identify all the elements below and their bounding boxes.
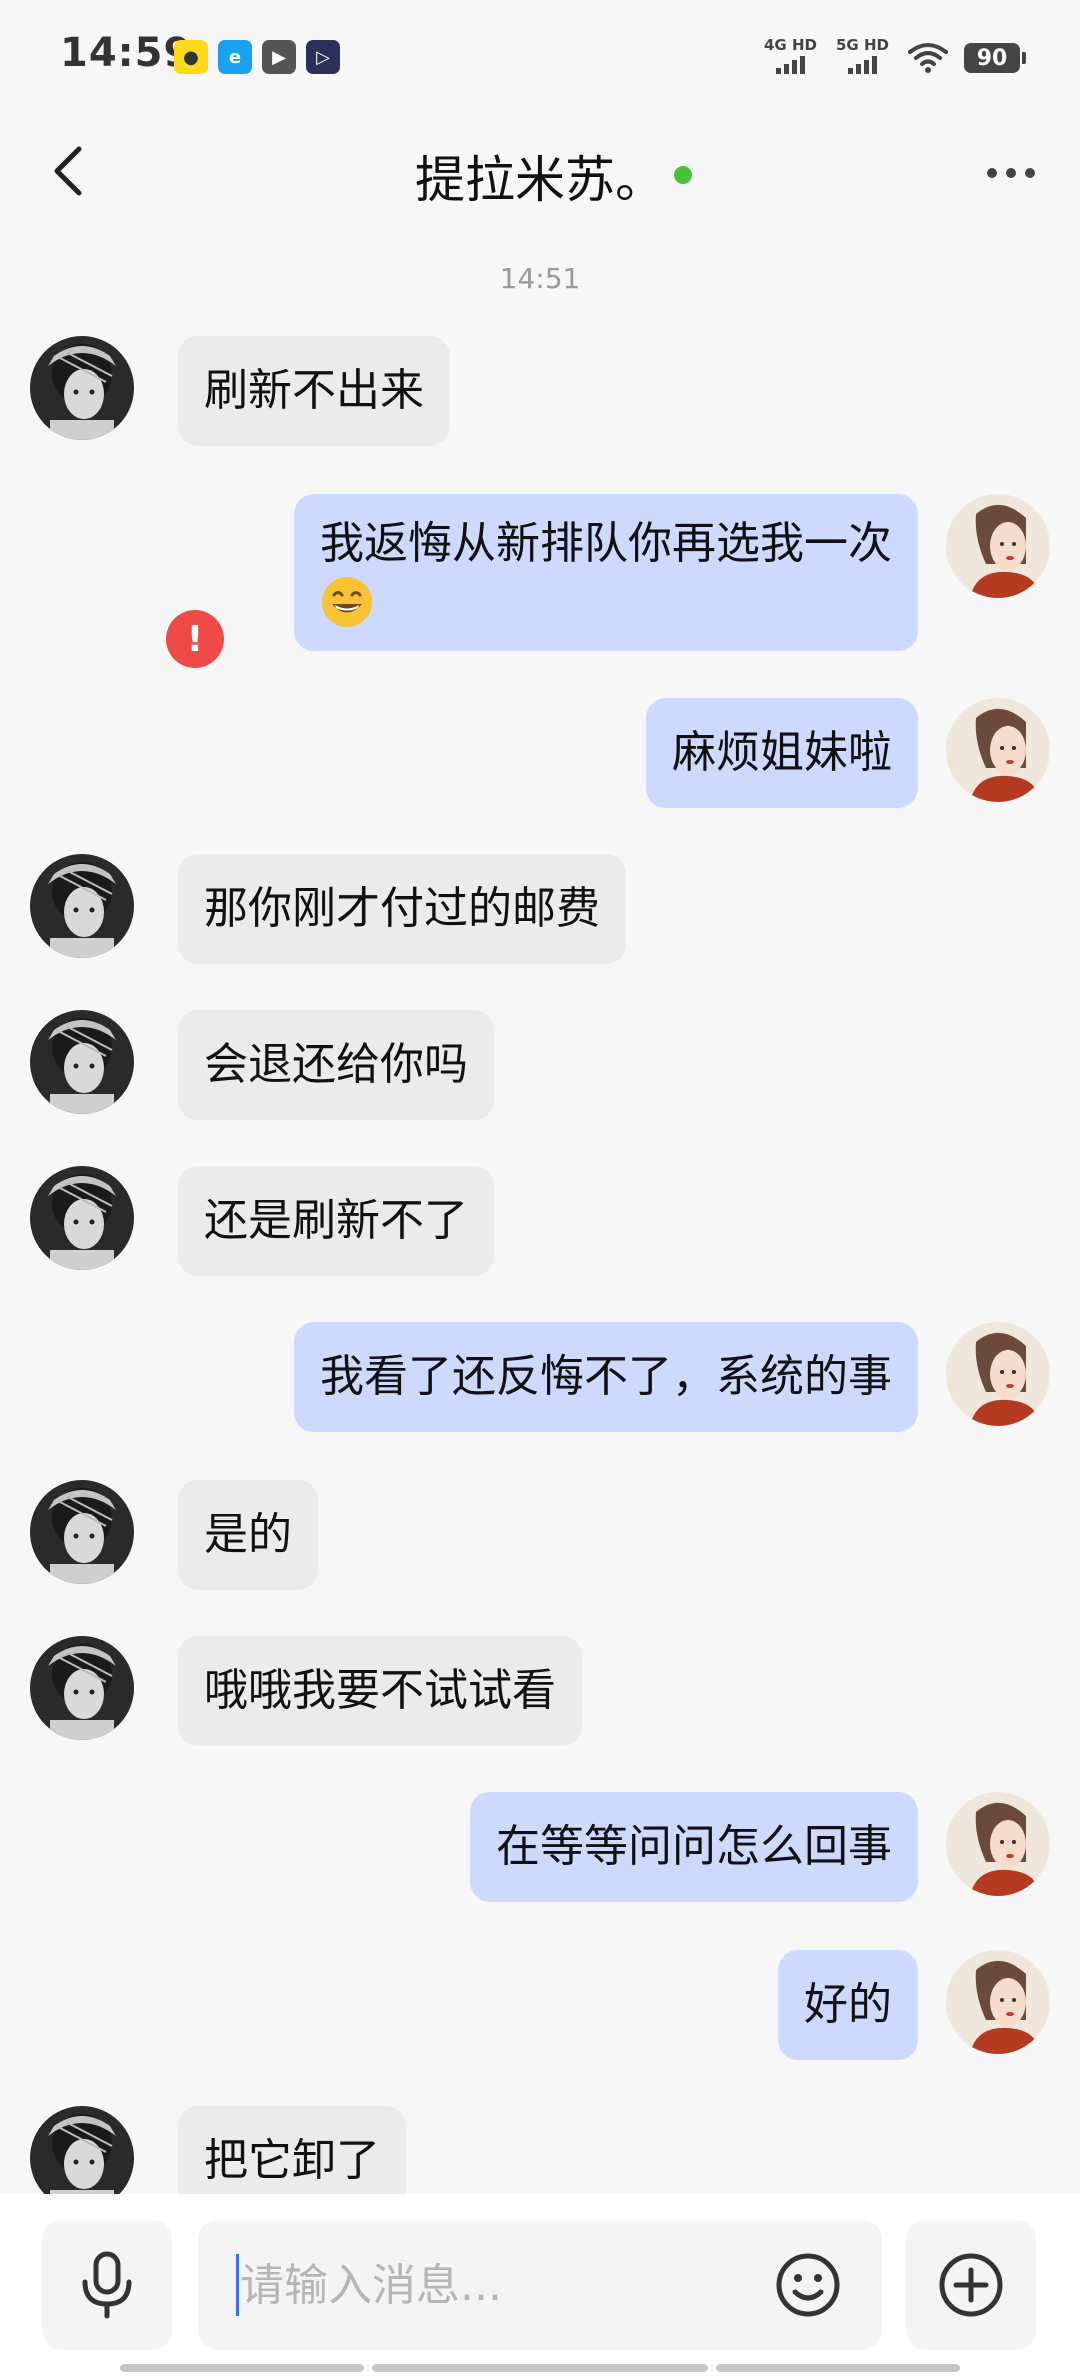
send-failed-icon[interactable]: ! xyxy=(166,610,224,668)
message-text: 在等等问问怎么回事 xyxy=(496,1821,892,1872)
message-list[interactable]: 14:51 刷新不出来我返悔从新排队你再选我一次! 麻烦姐妹啦那你刚才付过的邮费会… xyxy=(0,226,1080,2194)
message-input[interactable] xyxy=(238,2220,758,2350)
my-avatar[interactable] xyxy=(946,494,1050,598)
grinning-face-icon xyxy=(322,577,372,627)
message-text: 我看了还反悔不了，系统的事 xyxy=(320,1351,892,1402)
message-bubble[interactable]: 把它卸了 xyxy=(178,2106,406,2194)
message-text: 刷新不出来 xyxy=(204,365,424,416)
blue-app-icon: e xyxy=(218,40,252,74)
navigation-bar-segment xyxy=(372,2364,708,2372)
emoji-icon xyxy=(776,2253,840,2317)
message-bubble[interactable]: 会退还给你吗 xyxy=(178,1010,494,1120)
contact-name: 提拉米苏。 xyxy=(415,151,665,209)
my-avatar[interactable] xyxy=(946,1950,1050,2054)
more-options-button[interactable] xyxy=(976,138,1046,208)
add-attachment-button[interactable] xyxy=(906,2220,1036,2350)
input-bar xyxy=(0,2194,1080,2376)
emoji-button[interactable] xyxy=(774,2251,842,2319)
more-dot-icon xyxy=(987,168,997,178)
message-text: 好的 xyxy=(804,1979,892,2030)
message-bubble[interactable]: 还是刷新不了 xyxy=(178,1166,494,1276)
online-status-dot xyxy=(674,166,692,184)
my-avatar[interactable] xyxy=(946,1792,1050,1896)
contact-avatar[interactable] xyxy=(30,1166,134,1270)
message-bubble[interactable]: 我看了还反悔不了，系统的事 xyxy=(294,1322,918,1432)
wifi-icon xyxy=(908,43,948,73)
navigation-bar-segment xyxy=(120,2364,364,2372)
play-app-icon: ▶ xyxy=(262,40,296,74)
message-text: 哦哦我要不试试看 xyxy=(204,1665,556,1716)
contact-avatar[interactable] xyxy=(30,2106,134,2194)
message-input-field[interactable] xyxy=(198,2220,882,2350)
my-avatar[interactable] xyxy=(946,698,1050,802)
message-bubble[interactable]: 麻烦姐妹啦 xyxy=(646,698,918,808)
more-dot-icon xyxy=(1025,168,1035,178)
message-bubble[interactable]: 是的 xyxy=(178,1480,318,1590)
chat-header: 提拉米苏。 xyxy=(0,116,1080,226)
more-dot-icon xyxy=(1006,168,1016,178)
microphone-icon xyxy=(82,2251,132,2319)
message-text: 那你刚才付过的邮费 xyxy=(204,883,600,934)
message-timestamp: 14:51 xyxy=(499,262,581,295)
contact-avatar[interactable] xyxy=(30,336,134,440)
status-time: 14:59 xyxy=(60,30,193,76)
my-avatar[interactable] xyxy=(946,1322,1050,1426)
message-bubble[interactable]: 在等等问问怎么回事 xyxy=(470,1792,918,1902)
navigation-bar-segment xyxy=(716,2364,960,2372)
message-bubble[interactable]: 那你刚才付过的邮费 xyxy=(178,854,626,964)
battery-icon: 90 xyxy=(964,43,1026,73)
message-bubble[interactable]: 哦哦我要不试试看 xyxy=(178,1636,582,1746)
message-text: 还是刷新不了 xyxy=(204,1195,468,1246)
contact-avatar[interactable] xyxy=(30,1010,134,1114)
message-text: 是的 xyxy=(204,1509,292,1560)
message-text: 麻烦姐妹啦 xyxy=(672,727,892,778)
yellow-app-icon: ● xyxy=(174,40,208,74)
voice-button[interactable] xyxy=(42,2220,172,2350)
video-app-icon: ▷ xyxy=(306,40,340,74)
plus-circle-icon xyxy=(939,2253,1003,2317)
message-bubble[interactable]: 好的 xyxy=(778,1950,918,2060)
status-bar: 14:59 ● e ▶ ▷ 4G HD 5G HD 90 xyxy=(0,0,1080,116)
message-bubble[interactable]: 我返悔从新排队你再选我一次 xyxy=(294,494,918,651)
status-right-group: 4G HD 5G HD 90 xyxy=(764,36,1026,80)
message-text: 我返悔从新排队你再选我一次 xyxy=(320,518,892,569)
network-5g-icon: 5G HD xyxy=(836,36,892,78)
message-text: 会退还给你吗 xyxy=(204,1039,468,1090)
network-4g-icon: 4G HD xyxy=(764,36,820,78)
contact-avatar[interactable] xyxy=(30,854,134,958)
message-bubble[interactable]: 刷新不出来 xyxy=(178,336,450,446)
contact-avatar[interactable] xyxy=(30,1480,134,1584)
contact-avatar[interactable] xyxy=(30,1636,134,1740)
message-text: 把它卸了 xyxy=(204,2135,380,2186)
